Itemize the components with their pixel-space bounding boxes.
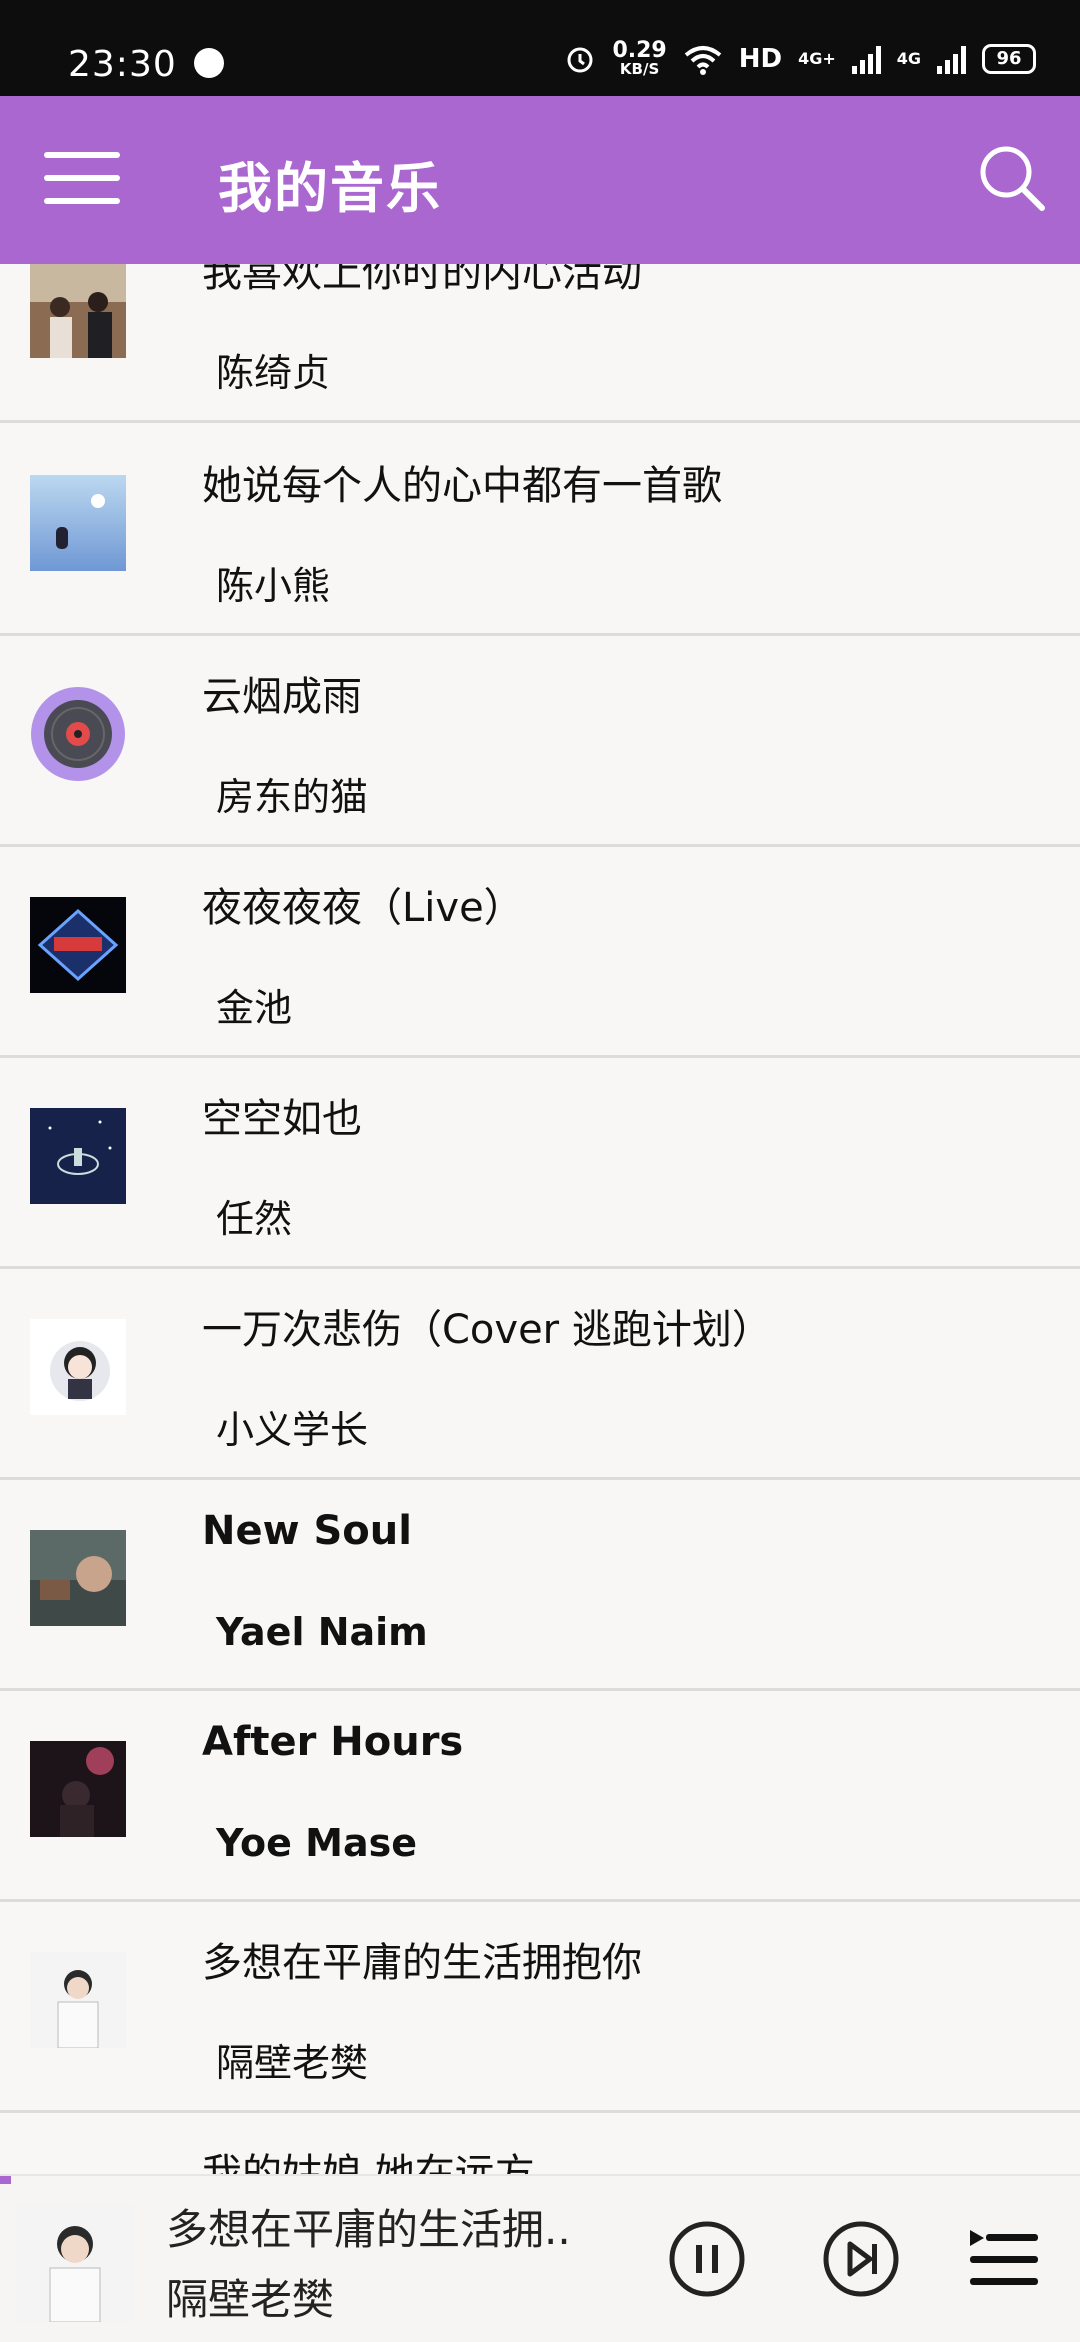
song-title: 夜夜夜夜（Live） — [202, 885, 524, 931]
album-cover — [30, 264, 126, 358]
song-artist: Yoe Mase — [216, 1821, 417, 1865]
song-artist: Yael Naim — [216, 1610, 428, 1654]
song-item[interactable]: 一万次悲伤（Cover 逃跑计划） 小义学长 — [0, 1267, 1080, 1480]
song-title: 我喜欢上你时的内心活动 — [202, 264, 642, 296]
song-item[interactable]: 夜夜夜夜（Live） 金池 — [0, 845, 1080, 1058]
song-artist: 任然 — [216, 1197, 293, 1241]
song-item[interactable]: 空空如也 任然 — [0, 1056, 1080, 1269]
now-playing-artist: 隔壁老樊 — [166, 2275, 335, 2324]
status-icons: 0.29 KB/S HD 4G+ 4G 96 — [564, 40, 1036, 77]
app-notification-icon — [194, 48, 224, 78]
playlist-icon[interactable] — [966, 2220, 1044, 2298]
signal2-label: 4G — [896, 49, 921, 68]
song-item[interactable]: 我的姑娘 她在远方 — [0, 2111, 1080, 2174]
song-title: 云烟成雨 — [202, 674, 362, 720]
wifi-icon — [684, 45, 721, 75]
default-album-icon — [31, 687, 125, 781]
search-icon[interactable] — [976, 142, 1048, 214]
song-artist: 陈小熊 — [216, 564, 331, 608]
app-bar: 我的音乐 — [0, 96, 1080, 264]
playback-progress[interactable] — [0, 2176, 11, 2184]
album-cover — [30, 1319, 126, 1415]
next-track-icon[interactable] — [822, 2220, 900, 2298]
album-cover — [30, 897, 126, 993]
song-title: 我的姑娘 她在远方 — [202, 2151, 535, 2174]
song-artist: 隔壁老樊 — [216, 2041, 369, 2085]
song-title: 她说每个人的心中都有一首歌 — [202, 463, 722, 509]
song-title: After Hours — [202, 1719, 464, 1765]
pause-icon[interactable] — [668, 2220, 746, 2298]
now-playing-bar[interactable]: 多想在平庸的生活拥.. 隔壁老樊 — [0, 2174, 1080, 2342]
song-artist: 小义学长 — [216, 1408, 369, 1452]
song-title: New Soul — [202, 1508, 412, 1554]
song-title: 空空如也 — [202, 1096, 362, 1142]
menu-button[interactable] — [44, 148, 124, 208]
battery-icon: 96 — [982, 43, 1036, 74]
page-title: 我的音乐 — [218, 157, 442, 220]
album-cover — [30, 1741, 126, 1837]
now-playing-cover[interactable] — [16, 2204, 134, 2322]
song-item[interactable]: 她说每个人的心中都有一首歌 陈小熊 — [0, 423, 1080, 636]
song-artist: 房东的猫 — [216, 775, 369, 819]
clock: 23:30 — [68, 44, 177, 85]
song-item[interactable]: 多想在平庸的生活拥抱你 隔壁老樊 — [0, 1900, 1080, 2113]
song-item[interactable]: 我喜欢上你时的内心活动 陈绮贞 — [0, 264, 1080, 423]
alarm-icon — [567, 47, 593, 72]
album-cover — [30, 475, 126, 571]
album-cover — [30, 1952, 126, 2048]
network-speed: 0.29 KB/S — [612, 40, 666, 77]
song-artist: 金池 — [216, 986, 293, 1030]
signal1-icon — [851, 44, 881, 74]
now-playing-title: 多想在平庸的生活拥.. — [166, 2205, 571, 2254]
album-cover — [30, 1108, 126, 1204]
hd-label: HD — [738, 43, 783, 74]
album-cover — [30, 1530, 126, 1626]
signal2-icon — [937, 44, 966, 74]
song-item[interactable]: After Hours Yoe Mase — [0, 1689, 1080, 1902]
song-item[interactable]: 云烟成雨 房东的猫 — [0, 634, 1080, 847]
battery-level: 96 — [996, 48, 1022, 69]
song-title: 多想在平庸的生活拥抱你 — [202, 1940, 642, 1986]
signal1-label: 4G+ — [798, 49, 836, 68]
song-list[interactable]: 我喜欢上你时的内心活动 陈绮贞 她说每个人的心中都有一首歌 陈小熊 云烟成雨 房… — [0, 264, 1080, 2174]
song-artist: 陈绮贞 — [216, 351, 331, 395]
song-item[interactable]: New Soul Yael Naim — [0, 1478, 1080, 1691]
song-title: 一万次悲伤（Cover 逃跑计划） — [202, 1307, 772, 1353]
speed-unit: KB/S — [619, 60, 660, 78]
status-bar: 23:30 0.29 KB/S HD 4G+ 4G 96 — [0, 0, 1080, 96]
speed-value: 0.29 — [612, 38, 667, 63]
